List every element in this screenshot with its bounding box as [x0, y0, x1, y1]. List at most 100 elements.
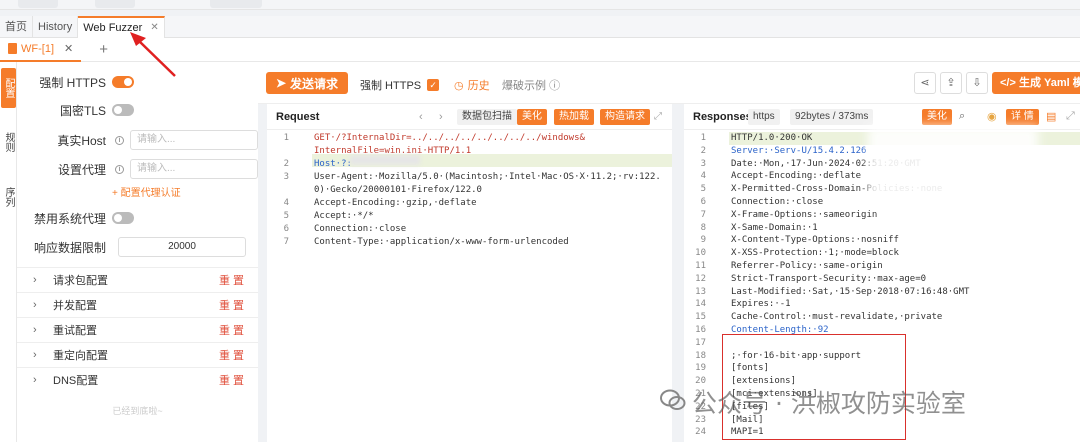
line-number: 5 [283, 211, 289, 221]
resp-limit-input[interactable]: 20000 [118, 237, 246, 257]
line-number: 3 [700, 158, 706, 169]
section-request-config[interactable]: › 请求包配置 重 置 [17, 267, 258, 292]
history-button[interactable]: ◷ 历史 [454, 77, 490, 93]
chevron-right-icon[interactable]: › [439, 111, 443, 123]
disable-proxy-label: 禁用系统代理 [33, 211, 106, 226]
proxy-label: 设置代理 [57, 162, 106, 177]
force-https-option[interactable]: 强制 HTTPS ✓ [360, 77, 440, 93]
side-tab-sequence[interactable]: 序列 [1, 177, 16, 217]
line-number: 24 [695, 427, 706, 438]
export-icon[interactable]: ⇪ [940, 72, 962, 94]
request-header: Request ‹ › 数据包扫描 美化 热加载 构造请求 ⤢ [267, 104, 672, 130]
reset-button[interactable]: 重 置 [219, 322, 244, 338]
line-number: 15 [695, 312, 706, 323]
generate-yaml-label: 生成 Yaml 模板 [1018, 77, 1080, 89]
annotation-arrow [130, 32, 176, 77]
code-line: 0)·Gecko/20000101·Firefox/122.0 [314, 185, 482, 195]
code-line: GET·/?InternalDir=../../../../../../../.… [314, 133, 585, 143]
browser-icon[interactable]: ◉ [987, 110, 997, 123]
section-dns-config[interactable]: › DNS配置 重 置 [17, 367, 258, 392]
request-panel: Request ‹ › 数据包扫描 美化 热加载 构造请求 ⤢ 1 GET·/?… [267, 104, 672, 442]
import-icon[interactable]: ⇩ [966, 72, 988, 94]
gmtls-toggle[interactable] [112, 104, 134, 116]
expand-icon[interactable]: ⤢ [654, 111, 662, 122]
line-number: 9 [700, 235, 706, 246]
redacted-host [350, 155, 420, 165]
proxy-input[interactable]: 请输入... [130, 159, 258, 179]
chevron-right-icon: › [33, 349, 37, 361]
line-number: 18 [695, 350, 706, 361]
detail-button[interactable]: 详 情 [1006, 108, 1039, 125]
proxy-auth-link[interactable]: + 配置代理认证 [112, 184, 181, 199]
list-end-text: 已经到底啦~ [112, 406, 163, 416]
section-concurrency-config[interactable]: › 并发配置 重 置 [17, 292, 258, 317]
line-number: 6 [700, 197, 706, 207]
host-row: 真实Host i 请输入... [17, 129, 258, 151]
resp-limit-label: 响应数据限制 [33, 240, 106, 255]
gmtls-label: 国密TLS [59, 103, 106, 118]
reset-button[interactable]: 重 置 [219, 272, 244, 288]
top-fragment [210, 0, 262, 8]
host-input[interactable]: 请输入... [130, 130, 258, 150]
code-line: X-Same-Domain:·1 [731, 222, 818, 233]
code-line: Referrer-Policy:·same-origin [731, 261, 883, 271]
reset-button[interactable]: 重 置 [219, 347, 244, 363]
comment-icon[interactable]: ▤ [1046, 110, 1056, 123]
wechat-icon [660, 389, 686, 410]
disable-proxy-toggle[interactable] [112, 212, 134, 224]
code-line: Strict-Transport-Security:·max-age=0 [731, 273, 927, 284]
code-line: Content-Type:·application/x-www-form-url… [314, 237, 569, 247]
code-line: Accept-Encoding:·deflate [731, 171, 862, 182]
line-number: 4 [283, 198, 289, 208]
response-title: Responses [693, 110, 752, 123]
line-number: 16 [695, 325, 706, 335]
send-request-button[interactable]: ➤ 发送请求 [266, 72, 348, 94]
line-number: 6 [283, 224, 289, 234]
reset-button[interactable]: 重 置 [219, 297, 244, 313]
hotload-button[interactable]: 热加载 [554, 108, 594, 125]
line-number: 17 [695, 337, 706, 348]
beautify-button[interactable]: 美化 [517, 108, 547, 125]
line-number: 1 [700, 133, 706, 143]
share-icon[interactable]: ⋖ [914, 72, 936, 94]
code-line: Host·?: [314, 159, 352, 169]
proxy-row: 设置代理 i 请输入... [17, 158, 258, 180]
line-number: 7 [700, 209, 706, 220]
code-line: Last-Modified:·Sat,·15·Sep·2018·07:16:48… [731, 286, 970, 297]
line-number: 11 [695, 261, 706, 271]
gmtls-row: 国密TLS [17, 99, 258, 121]
section-redirect-config[interactable]: › 重定向配置 重 置 [17, 342, 258, 367]
code-line: Expires:·-1 [731, 299, 791, 310]
search-icon[interactable]: ⌕ [959, 110, 965, 123]
info-icon: i [115, 135, 124, 145]
checkbox-checked-icon[interactable]: ✓ [427, 79, 440, 91]
expand-icon[interactable]: ⤢ [1066, 110, 1075, 123]
request-title: Request [276, 110, 320, 123]
beautify-button[interactable]: 美化 [922, 108, 952, 125]
disable-proxy-row: 禁用系统代理 [17, 207, 258, 229]
section-title: DNS配置 [53, 375, 99, 387]
construct-request-button[interactable]: 构造请求 [600, 108, 650, 125]
chevron-left-icon[interactable]: ‹ [419, 111, 423, 123]
send-request-label: 发送请求 [290, 76, 339, 91]
code-line: Accept-Encoding:·gzip,·deflate [314, 198, 477, 208]
code-line: HTTP/1.0·200·OK [731, 133, 813, 143]
line-number: 5 [700, 184, 706, 195]
section-retry-config[interactable]: › 重试配置 重 置 [17, 317, 258, 342]
reset-button[interactable]: 重 置 [219, 372, 244, 388]
redacted-area [868, 126, 1038, 206]
side-tab-rules[interactable]: 规则 [1, 122, 16, 162]
chevron-right-icon: › [33, 374, 37, 386]
code-line: Server:·Serv-U/15.4.2.126 [731, 145, 867, 156]
packet-scan-button[interactable]: 数据包扫描 [457, 108, 517, 125]
code-line: Connection:·close [731, 197, 824, 207]
demo-link[interactable]: 爆破示例 ⓘ [502, 77, 560, 93]
chevron-right-icon: › [33, 274, 37, 286]
generate-yaml-button[interactable]: </> 生成 Yaml 模板 [992, 72, 1080, 94]
code-line: X-Frame-Options:·sameorigin [731, 209, 878, 220]
section-title: 并发配置 [53, 300, 97, 312]
info-icon: i [115, 164, 124, 174]
code-line: Connection:·close [314, 224, 407, 234]
send-icon: ➤ [275, 76, 287, 90]
code-line: User-Agent:·Mozilla/5.0·(Macintosh;·Inte… [314, 172, 661, 182]
